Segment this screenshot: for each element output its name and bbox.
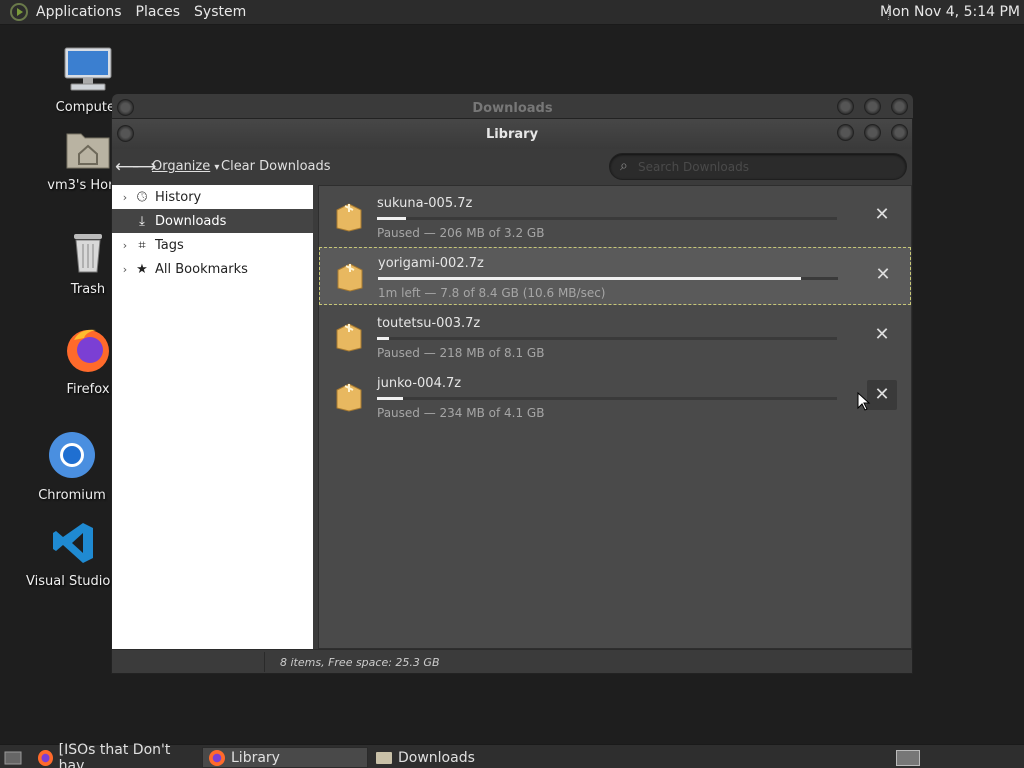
home-folder-icon: [66, 133, 110, 169]
clock[interactable]: Mon Nov 4, 5:14 PM: [880, 4, 1020, 20]
archive-file-icon: [336, 203, 362, 232]
download-status: Paused — 234 MB of 4.1 GB: [377, 406, 545, 420]
download-status: Paused — 218 MB of 8.1 GB: [377, 346, 545, 360]
sidebar-item-label: History: [155, 189, 202, 205]
cancel-download-button[interactable]: ✕: [868, 260, 898, 290]
cancel-download-button[interactable]: ✕: [867, 380, 897, 410]
download-item[interactable]: toutetsu-003.7z Paused — 218 MB of 8.1 G…: [319, 308, 911, 366]
sidebar-item-all-bookmarks[interactable]: › ★ All Bookmarks: [112, 257, 313, 281]
menu-system[interactable]: System: [194, 4, 246, 20]
organize-label: Organize: [152, 159, 211, 174]
window-menu-button[interactable]: [117, 99, 134, 116]
chevron-down-icon: ▾: [214, 162, 220, 173]
task-label: Downloads: [398, 749, 475, 766]
taskbar: [ISOs that Don't hav... Library Download…: [0, 742, 1024, 768]
task-label: [ISOs that Don't hav...: [58, 741, 171, 768]
trash-icon: [74, 234, 102, 273]
download-status: Paused — 206 MB of 3.2 GB: [377, 226, 545, 240]
archive-file-icon: [337, 263, 363, 292]
progress-bar: [377, 337, 837, 340]
minimize-button[interactable]: [837, 98, 854, 115]
distro-logo-icon[interactable]: [10, 3, 28, 21]
progress-fill: [377, 337, 390, 340]
desktop-icon-label: Chromium: [38, 488, 106, 503]
chromium-icon: [49, 432, 95, 478]
desktop-icon-label: Visual Studio Code: [26, 574, 122, 589]
toolbar: ⟵ ⟶ Organize ▾ Clear Downloads ⌕: [112, 149, 912, 185]
download-item[interactable]: sukuna-005.7z Paused — 206 MB of 3.2 GB …: [319, 188, 911, 246]
search-input[interactable]: [638, 158, 898, 176]
taskbar-item-firefox[interactable]: [ISOs that Don't hav...: [32, 742, 200, 768]
menu-applications[interactable]: Applications: [36, 4, 122, 20]
progress-fill: [377, 397, 404, 400]
progress-fill: [377, 217, 407, 220]
tag-icon: ⌗: [138, 237, 146, 253]
clear-downloads-button[interactable]: Clear Downloads: [221, 159, 331, 174]
firefox-icon: [209, 749, 225, 766]
progress-fill: [378, 277, 802, 280]
download-icon: ⤓: [139, 213, 145, 229]
progress-bar: [377, 397, 837, 400]
download-filename: sukuna-005.7z: [377, 196, 473, 211]
download-status: 1m left — 7.8 of 8.4 GB (10.6 MB/sec): [378, 286, 606, 300]
firefox-icon: [38, 749, 53, 766]
taskbar-item-downloads[interactable]: Downloads: [370, 747, 538, 768]
download-filename: yorigami-002.7z: [378, 256, 484, 271]
library-window: Library ⟵ ⟶ Organize ▾ Clear Downloads ⌕…: [111, 118, 913, 674]
show-desktop-icon: [4, 751, 22, 764]
archive-file-icon: [336, 383, 362, 412]
vscode-icon: [53, 523, 93, 563]
cancel-download-button[interactable]: ✕: [867, 320, 897, 350]
mouse-cursor-icon: [857, 392, 871, 411]
computer-icon: [64, 47, 112, 91]
statusbar: 8 items, Free space: 25.3 GB: [112, 649, 912, 673]
expand-arrow-icon[interactable]: ›: [118, 263, 132, 276]
cancel-download-button[interactable]: ✕: [867, 200, 897, 230]
organize-menu-button[interactable]: Organize ▾: [152, 159, 219, 174]
sidebar-item-label: Downloads: [155, 213, 227, 229]
window-title: Library: [485, 127, 539, 142]
firefox-icon: [67, 329, 109, 372]
status-text: 8 items, Free space: 25.3 GB: [280, 656, 440, 669]
menu-places[interactable]: Places: [136, 4, 181, 20]
download-item[interactable]: junko-004.7z Paused — 234 MB of 4.1 GB ✕: [319, 368, 911, 426]
taskbar-item-library[interactable]: Library: [202, 747, 368, 768]
sidebar-item-downloads[interactable]: ⤓ Downloads: [112, 209, 313, 233]
expand-arrow-icon[interactable]: ›: [118, 191, 132, 204]
progress-bar: [377, 217, 837, 220]
maximize-button[interactable]: [864, 124, 881, 141]
clock-icon: 🕓︎: [136, 189, 148, 205]
close-button[interactable]: [891, 98, 908, 115]
workspace-icon: [896, 749, 920, 766]
search-box[interactable]: ⌕: [609, 153, 907, 180]
close-button[interactable]: [891, 124, 908, 141]
download-filename: junko-004.7z: [377, 376, 462, 391]
sidebar-item-label: Tags: [155, 237, 184, 253]
show-desktop-button[interactable]: [2, 747, 24, 768]
archive-file-icon: [336, 323, 362, 352]
downloads-list: sukuna-005.7z Paused — 206 MB of 3.2 GB …: [318, 185, 912, 649]
sidebar-item-history[interactable]: › 🕓︎ History: [112, 185, 313, 209]
task-label: Library: [231, 749, 280, 766]
sidebar: › 🕓︎ History ⤓ Downloads › ⌗ Tags › ★ Al…: [112, 185, 313, 649]
download-filename: toutetsu-003.7z: [377, 316, 481, 331]
window-title: Downloads: [472, 101, 553, 116]
maximize-button[interactable]: [864, 98, 881, 115]
sidebar-item-label: All Bookmarks: [155, 261, 248, 277]
star-icon: ★: [136, 261, 148, 277]
titlebar[interactable]: Library: [112, 119, 912, 149]
minimize-button[interactable]: [837, 124, 854, 141]
sidebar-item-tags[interactable]: › ⌗ Tags: [112, 233, 313, 257]
top-panel: Applications Places System Mon Nov 4, 5:…: [0, 0, 1024, 25]
expand-arrow-icon[interactable]: ›: [118, 239, 132, 252]
desktop-icon-vscode[interactable]: Visual Studio Code: [26, 520, 122, 589]
desktop-icon-chromium[interactable]: Chromium: [24, 430, 120, 503]
download-item[interactable]: yorigami-002.7z 1m left — 7.8 of 8.4 GB …: [319, 247, 911, 305]
folder-icon: [376, 751, 392, 764]
workspace-switcher[interactable]: [894, 747, 922, 768]
search-icon: ⌕: [620, 158, 628, 174]
progress-bar: [378, 277, 838, 280]
